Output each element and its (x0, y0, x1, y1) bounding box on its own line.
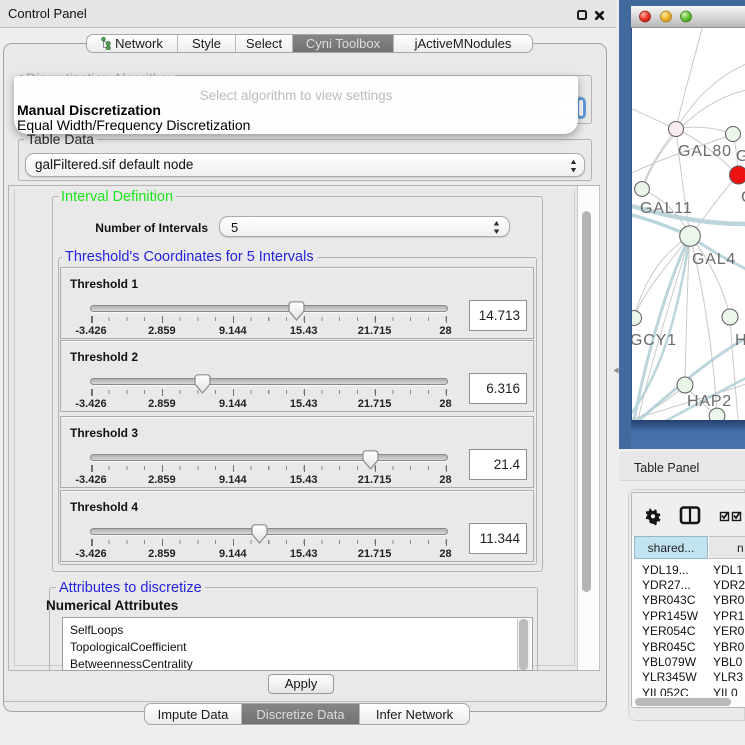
svg-text:GCY1: GCY1 (632, 332, 677, 349)
svg-text:GAL4: GAL4 (692, 251, 736, 268)
svg-text:GAL11: GAL11 (640, 200, 693, 217)
svg-text:GAL80: GAL80 (678, 143, 732, 160)
svg-text:HAP2: HAP2 (687, 393, 732, 410)
svg-text:C: C (741, 189, 745, 206)
svg-text:H: H (735, 332, 745, 349)
svg-text:G.: G. (736, 148, 745, 165)
